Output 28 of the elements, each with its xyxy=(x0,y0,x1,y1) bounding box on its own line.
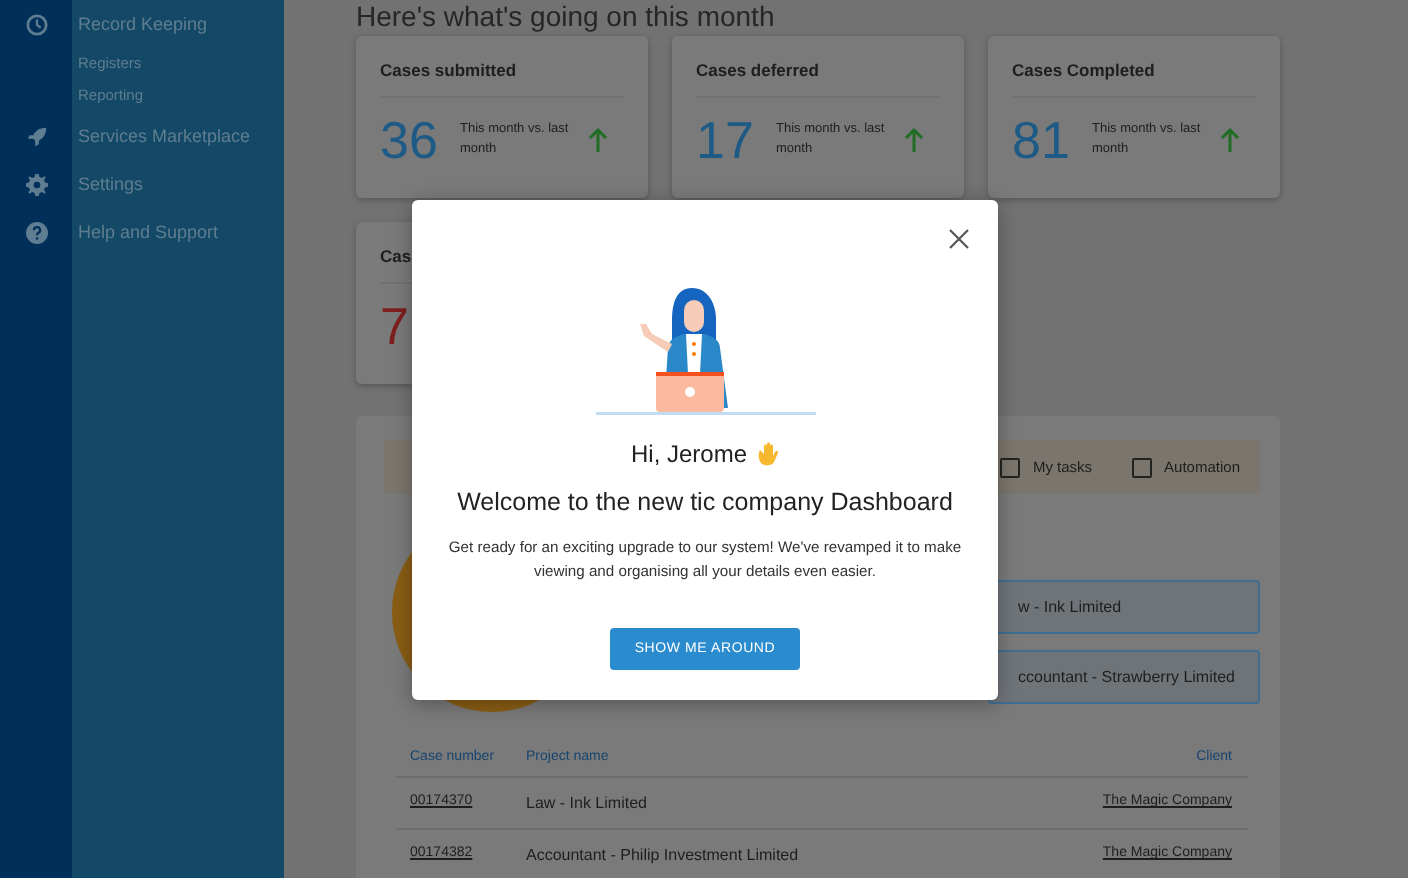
sidebar-item[interactable]: Help and Support xyxy=(72,208,284,256)
table-cell: Accountant - Philip Investment Limited xyxy=(512,830,1089,878)
stat-value: 81 xyxy=(1012,110,1072,170)
settings-icon[interactable] xyxy=(25,173,47,195)
sidebar-item[interactable]: Record Keeping xyxy=(72,0,284,48)
greeting-text: Hi, Jerome xyxy=(630,440,747,468)
up-arrow-icon xyxy=(1220,128,1240,152)
table-cell: Law - Ink Limited xyxy=(512,778,1089,830)
card-title: Cases deferred xyxy=(696,60,940,98)
clock-icon[interactable] xyxy=(25,13,47,35)
up-arrow-icon xyxy=(588,128,608,152)
dialog-title: Welcome to the new tic company Dashboard xyxy=(457,488,953,516)
stat-value: 7 xyxy=(380,296,411,356)
card-title: Cases submitted xyxy=(380,60,624,98)
rocket-icon[interactable] xyxy=(25,125,47,147)
help-icon[interactable] xyxy=(25,221,47,243)
stat-value: 17 xyxy=(696,110,756,170)
close-button[interactable] xyxy=(948,228,970,250)
card-title: Cases Completed xyxy=(1012,60,1256,98)
page-heading: Here's what's going on this month xyxy=(356,0,777,32)
up-arrow-icon xyxy=(904,128,924,152)
checkbox-square[interactable] xyxy=(1132,457,1153,477)
sidebar-item[interactable]: Settings xyxy=(72,160,284,208)
checkbox-square[interactable] xyxy=(1000,457,1021,477)
stat-value: 36 xyxy=(380,110,440,170)
sidebar-item[interactable]: Services Marketplace xyxy=(72,112,284,160)
waving-hand-icon xyxy=(755,442,779,466)
case-link-button[interactable]: ccountant - Strawberry Limited xyxy=(988,650,1260,704)
